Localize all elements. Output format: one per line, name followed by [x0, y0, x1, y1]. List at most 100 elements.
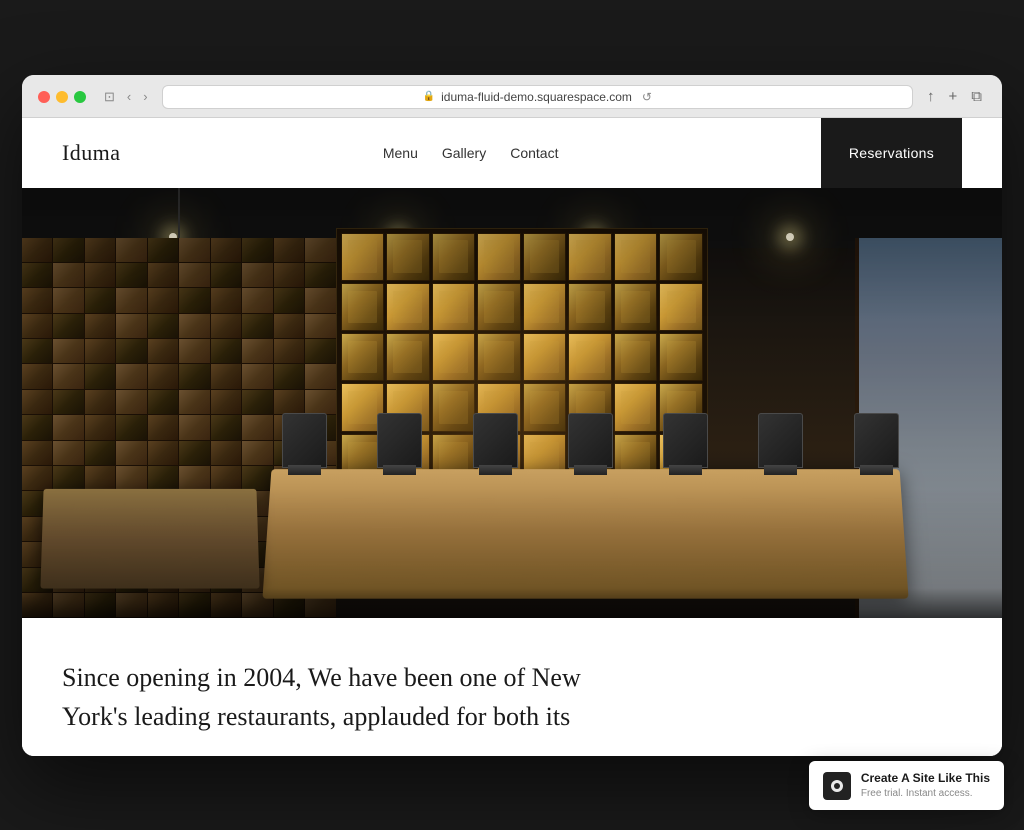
- wall-block: [211, 466, 241, 490]
- wall-block: [53, 466, 83, 490]
- wall-block: [274, 390, 304, 414]
- wall-block: [274, 288, 304, 312]
- window-icon[interactable]: ⊡: [100, 88, 119, 105]
- wall-block: [179, 288, 209, 312]
- minimize-button[interactable]: [56, 91, 68, 103]
- browser-chrome: ⊡ ‹ › 🔒 iduma-fluid-demo.squarespace.com…: [22, 75, 1002, 118]
- wall-block: [242, 238, 272, 262]
- wall-block: [85, 415, 115, 439]
- wall-block: [179, 466, 209, 490]
- wall-block: [148, 364, 178, 388]
- browser-controls: ⊡ ‹ ›: [100, 88, 152, 105]
- duplicate-button[interactable]: ⧉: [967, 86, 986, 107]
- nav-gallery[interactable]: Gallery: [442, 145, 486, 161]
- reservations-button[interactable]: Reservations: [821, 118, 962, 188]
- ceiling-light-4: [786, 233, 794, 241]
- wall-block: [211, 288, 241, 312]
- chair-5: [663, 413, 708, 468]
- share-button[interactable]: ↑: [923, 86, 939, 107]
- wall-block: [148, 314, 178, 338]
- wall-block: [211, 339, 241, 363]
- ss-badge-title: Create A Site Like This: [861, 771, 990, 787]
- wall-block: [85, 288, 115, 312]
- wall-block: [53, 238, 83, 262]
- site-nav: Menu Gallery Contact: [383, 145, 559, 161]
- nav-menu[interactable]: Menu: [383, 145, 418, 161]
- wall-block: [85, 466, 115, 490]
- refresh-icon[interactable]: ↺: [642, 90, 652, 104]
- wall-block: [85, 314, 115, 338]
- wall-block: [116, 263, 146, 287]
- floor-shadow: [22, 588, 1002, 618]
- wall-block: [22, 390, 52, 414]
- wall-block: [53, 339, 83, 363]
- wall-block: [274, 314, 304, 338]
- forward-button[interactable]: ›: [139, 88, 151, 105]
- wall-block: [53, 314, 83, 338]
- wall-block: [148, 390, 178, 414]
- traffic-lights: [38, 91, 86, 103]
- chair-3: [473, 413, 518, 468]
- wall-block: [116, 390, 146, 414]
- new-tab-button[interactable]: +: [945, 86, 962, 107]
- wall-block: [116, 441, 146, 465]
- site-logo[interactable]: Iduma: [62, 140, 120, 166]
- wall-block: [22, 314, 52, 338]
- chair-7: [854, 413, 899, 468]
- wall-block: [274, 364, 304, 388]
- browser-actions: ↑ + ⧉: [923, 86, 986, 107]
- wall-block: [242, 339, 272, 363]
- chair-6: [758, 413, 803, 468]
- wall-block: [179, 415, 209, 439]
- ss-badge-subtitle: Free trial. Instant access.: [861, 787, 990, 800]
- maximize-button[interactable]: [74, 91, 86, 103]
- wall-block: [116, 288, 146, 312]
- wall-block: [242, 288, 272, 312]
- wall-block: [179, 390, 209, 414]
- wall-block: [53, 263, 83, 287]
- back-button[interactable]: ‹: [123, 88, 135, 105]
- wall-block: [211, 415, 241, 439]
- wall-block: [211, 390, 241, 414]
- wall-block: [148, 238, 178, 262]
- main-dining-table: [262, 469, 908, 599]
- intro-text: Since opening in 2004, We have been one …: [62, 658, 762, 736]
- wall-block: [211, 364, 241, 388]
- intro-line-1: Since opening in 2004, We have been one …: [62, 663, 581, 692]
- wall-block: [53, 364, 83, 388]
- close-button[interactable]: [38, 91, 50, 103]
- wall-block: [116, 339, 146, 363]
- wall-block: [148, 339, 178, 363]
- left-dining-table: [40, 488, 259, 588]
- wall-block: [22, 364, 52, 388]
- wall-block: [211, 441, 241, 465]
- wall-block: [116, 415, 146, 439]
- wall-block: [85, 441, 115, 465]
- wall-block: [179, 339, 209, 363]
- chair-1: [282, 413, 327, 468]
- wall-block: [53, 288, 83, 312]
- wall-block: [53, 441, 83, 465]
- wall-block: [179, 314, 209, 338]
- ss-logo-icon: [823, 772, 851, 800]
- body-text-section: Since opening in 2004, We have been one …: [22, 618, 1002, 756]
- wall-block: [116, 314, 146, 338]
- address-bar[interactable]: 🔒 iduma-fluid-demo.squarespace.com ↺: [162, 85, 913, 109]
- nav-contact[interactable]: Contact: [510, 145, 558, 161]
- wall-block: [148, 263, 178, 287]
- wall-block: [148, 441, 178, 465]
- squarespace-badge[interactable]: Create A Site Like This Free trial. Inst…: [809, 761, 1004, 810]
- wall-block: [305, 238, 335, 262]
- ss-badge-text: Create A Site Like This Free trial. Inst…: [861, 771, 990, 800]
- wall-block: [274, 238, 304, 262]
- wall-block: [148, 288, 178, 312]
- chairs-row: [257, 413, 923, 468]
- wall-block: [179, 263, 209, 287]
- wall-block: [179, 364, 209, 388]
- wall-block: [116, 466, 146, 490]
- wall-block: [22, 288, 52, 312]
- browser-window: ⊡ ‹ › 🔒 iduma-fluid-demo.squarespace.com…: [22, 75, 1002, 756]
- wall-block: [242, 390, 272, 414]
- wall-block: [85, 238, 115, 262]
- intro-line-2: York's leading restaurants, applauded fo…: [62, 702, 570, 731]
